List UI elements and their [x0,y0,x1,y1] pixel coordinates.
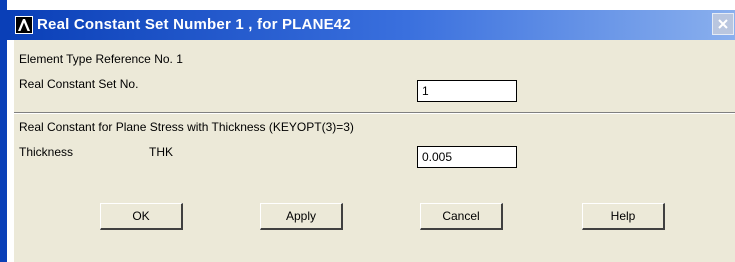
section-heading: Real Constant for Plane Stress with Thic… [19,120,354,134]
title-bar[interactable]: Real Constant Set Number 1 , for PLANE42 [7,10,735,40]
real-constant-set-label: Real Constant Set No. [19,77,139,91]
element-type-reference-label: Element Type Reference No. 1 [19,52,183,66]
window-title: Real Constant Set Number 1 , for PLANE42 [37,16,351,33]
close-icon [718,19,728,29]
help-button[interactable]: Help [582,203,665,230]
thickness-symbol: THK [149,145,173,159]
close-button[interactable] [712,13,734,35]
ansys-lambda-icon [15,16,33,34]
real-constant-set-input[interactable] [417,80,517,102]
ok-button[interactable]: OK [100,203,183,230]
dialog-body: Element Type Reference No. 1 Real Consta… [14,40,735,262]
section-divider [14,112,735,114]
thickness-input[interactable] [417,146,517,168]
thickness-label: Thickness [19,145,74,159]
dialog-window: Real Constant Set Number 1 , for PLANE42… [0,0,735,262]
apply-button[interactable]: Apply [260,203,343,230]
cancel-button[interactable]: Cancel [420,203,503,230]
